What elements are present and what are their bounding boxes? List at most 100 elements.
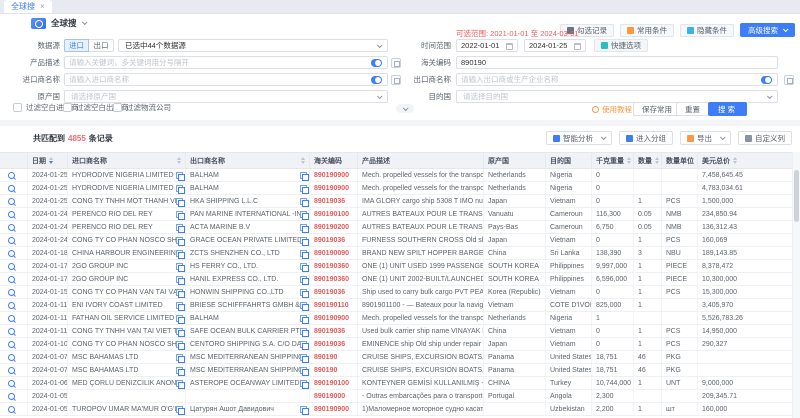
table-row[interactable]: 2024-01-17 2GO GROUP INC HS FERRY CO., L… (0, 260, 792, 273)
col-header-value[interactable]: 美元总价 (698, 153, 792, 168)
chevron-down-icon[interactable] (720, 134, 726, 140)
sort-icon[interactable] (177, 157, 181, 164)
copy-icon[interactable] (300, 211, 307, 218)
copy-icon[interactable] (176, 341, 183, 348)
row-detail-search-icon[interactable] (8, 393, 15, 400)
table-row[interactable]: 2024-01-24 CÔNG TY CỔ PHẦN NOSCO SHIPYAR… (0, 234, 792, 247)
table-row[interactable]: 2024-01-15 CÔNG TY CỔ PHẦN VẬN TẢI VÀ TI… (0, 286, 792, 299)
copy-icon[interactable] (300, 380, 307, 387)
row-detail-search-icon[interactable] (8, 302, 15, 309)
export-button[interactable]: 导出 (680, 131, 731, 145)
row-detail-search-icon[interactable] (8, 263, 15, 270)
close-icon[interactable]: × (40, 3, 45, 11)
reset-button[interactable]: 重置 (676, 102, 709, 116)
table-row[interactable]: 2024-01-25 HYDRODIVE NIGERIA LIMITED BAL… (0, 182, 792, 195)
smart-analysis-button[interactable]: 智能分析 (546, 131, 612, 145)
row-detail-search-icon[interactable] (8, 367, 15, 374)
copy-icon[interactable] (300, 185, 307, 192)
table-row[interactable]: 2024-01-24 PERENCO RIO DEL REY PAN MARIN… (0, 208, 792, 221)
exact-match-toggle[interactable] (761, 76, 772, 84)
quick-options-button[interactable]: 快捷选项 (594, 39, 648, 52)
hide-conditions-button[interactable]: 隐藏条件 (680, 24, 734, 37)
sort-icon[interactable] (655, 157, 659, 164)
copy-icon[interactable] (176, 354, 183, 361)
copy-icon[interactable] (176, 289, 183, 296)
chevron-down-icon[interactable] (81, 19, 87, 25)
row-detail-search-icon[interactable] (8, 276, 15, 283)
vertical-scrollbar[interactable] (792, 152, 800, 418)
import-tab[interactable]: 进口 (64, 39, 89, 52)
importer-input[interactable] (64, 73, 388, 86)
sort-icon[interactable] (627, 157, 631, 164)
sort-icon[interactable] (733, 157, 737, 164)
advanced-search-button[interactable]: 高级搜索 (740, 23, 795, 37)
table-row[interactable]: 2024-01-06 MED ÇORLU DENİZCİLİK ANONİM Ş… (0, 377, 792, 390)
copy-icon[interactable] (176, 224, 183, 231)
row-detail-search-icon[interactable] (8, 198, 15, 205)
filter-logistics-checkbox[interactable]: 过滤物流公司 (113, 102, 171, 113)
start-date-input[interactable]: 2022-01-01 (456, 39, 518, 52)
row-detail-search-icon[interactable] (8, 354, 15, 361)
common-conditions-button[interactable]: 常用条件 (620, 24, 674, 37)
row-detail-search-icon[interactable] (8, 237, 15, 244)
col-header-importer[interactable]: 进口商名称 (68, 153, 186, 168)
table-row[interactable]: 2024-01-17 2GO GROUP INC HANIL EXPRESS C… (0, 273, 792, 286)
copy-icon[interactable] (300, 315, 307, 322)
table-row[interactable]: 2024-01-24 PERENCO RIO DEL REY ACTA MARI… (0, 221, 792, 234)
copy-icon[interactable] (300, 250, 307, 257)
copy-icon[interactable] (300, 172, 307, 179)
col-header-exporter[interactable]: 出口商名称 (186, 153, 310, 168)
table-row[interactable]: 2024-01-25 HYDRODIVE NIGERIA LIMITED BAL… (0, 169, 792, 182)
copy-icon[interactable] (300, 367, 307, 374)
copy-icon[interactable] (176, 211, 183, 218)
row-detail-search-icon[interactable] (8, 406, 15, 413)
col-header-qty[interactable]: 数量 (634, 153, 662, 168)
copy-icon[interactable] (300, 224, 307, 231)
col-header-date[interactable]: 日期 (28, 153, 68, 168)
row-detail-search-icon[interactable] (8, 224, 15, 231)
row-detail-search-icon[interactable] (8, 185, 15, 192)
row-detail-search-icon[interactable] (8, 172, 15, 179)
table-row[interactable]: 2024-01-11 ENI IVORY COAST LIMITED BRIES… (0, 299, 792, 312)
table-row[interactable]: 2024-01-05 89019000 - Outras embarcações… (0, 390, 792, 403)
table-row[interactable]: 2024-01-18 CHINA HARBOUR ENGINEERING CO … (0, 247, 792, 260)
more-options-icon[interactable] (784, 75, 794, 85)
sort-icon[interactable] (49, 157, 53, 164)
copy-icon[interactable] (176, 172, 183, 179)
copy-icon[interactable] (300, 276, 307, 283)
copy-icon[interactable] (176, 237, 183, 244)
copy-icon[interactable] (300, 406, 307, 413)
row-detail-search-icon[interactable] (8, 380, 15, 387)
copy-icon[interactable] (300, 263, 307, 270)
copy-icon[interactable] (300, 328, 307, 335)
copy-icon[interactable] (176, 380, 183, 387)
row-detail-search-icon[interactable] (8, 315, 15, 322)
table-row[interactable]: 2024-01-11 FATHAN OIL SERVICE LIMITED BA… (0, 312, 792, 325)
row-detail-search-icon[interactable] (8, 250, 15, 257)
table-row[interactable]: 2024-01-07 MSC BAHAMAS LTD MSC MEDITERRA… (0, 364, 792, 377)
copy-icon[interactable] (176, 302, 183, 309)
customize-columns-button[interactable]: 自定义列 (738, 131, 792, 145)
export-tab[interactable]: 出口 (89, 39, 114, 52)
table-row[interactable]: 2024-01-05 TUROPOV UMAR MA'MUR O'G'LI Ца… (0, 403, 792, 416)
row-detail-search-icon[interactable] (8, 289, 15, 296)
copy-icon[interactable] (176, 250, 183, 257)
copy-icon[interactable] (300, 198, 307, 205)
copy-icon[interactable] (176, 367, 183, 374)
copy-icon[interactable] (300, 237, 307, 244)
table-row[interactable]: 2024-01-10 CÔNG TY CỔ PHẦN NOSCO SHIPYAR… (0, 338, 792, 351)
copy-icon[interactable] (300, 354, 307, 361)
copy-icon[interactable] (300, 341, 307, 348)
data-source-select[interactable]: 已选中44个数据源 (118, 39, 388, 52)
copy-icon[interactable] (300, 289, 307, 296)
table-row[interactable]: 2024-01-07 MSC BAHAMAS LTD MSC MEDITERRA… (0, 351, 792, 364)
row-detail-search-icon[interactable] (8, 341, 15, 348)
table-row[interactable]: 2024-01-25 CÔNG TY TNHH MỘT THÀNH VIÊN Đ… (0, 195, 792, 208)
copy-icon[interactable] (300, 302, 307, 309)
tutorial-link[interactable]: 使用教程 (592, 104, 632, 115)
product-desc-input[interactable] (64, 56, 388, 69)
search-button[interactable]: 搜索 (708, 102, 747, 116)
scrollbar-thumb[interactable] (794, 170, 799, 222)
copy-icon[interactable] (176, 276, 183, 283)
save-common-button[interactable]: 保存常用 (633, 102, 681, 116)
